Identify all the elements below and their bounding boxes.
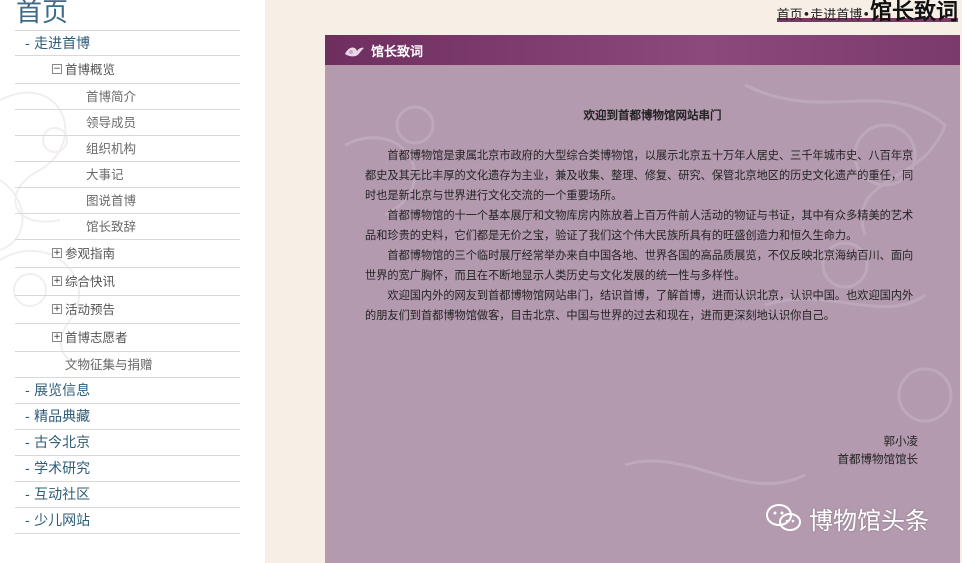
watermark: 博物馆头条 [765,500,929,536]
nav-leaf-director-speech[interactable]: 馆长致辞 [15,214,240,240]
nav-label: 首博志愿者 [65,330,128,345]
breadcrumb-home[interactable]: 首页 [777,8,803,23]
bird-icon [345,47,364,57]
nav-item-news[interactable]: + 综合快讯 [15,268,240,296]
breadcrumb-section[interactable]: 走进首博 [810,8,862,23]
nav-item-intro[interactable]: - 走进首博 [15,30,240,56]
expand-icon[interactable]: + [52,332,62,342]
expand-icon[interactable]: + [52,276,62,286]
nav-item-volunteers[interactable]: + 首博志愿者 [15,324,240,352]
speech-content: 欢迎到首都博物馆网站串门 首都博物馆是隶属北京市政府的大型综合类博物馆，以展示北… [365,105,920,326]
expand-icon[interactable]: + [52,304,62,314]
speech-paragraph: 首都博物馆是隶属北京市政府的大型综合类博物馆，以展示北京五十万年人居史、三千年城… [365,149,914,202]
signature-name: 郭小凌 [883,434,919,448]
nav-item-research[interactable]: - 学术研究 [15,456,240,482]
nav-label: 参观指南 [65,246,116,261]
breadcrumb-separator: • [862,8,870,23]
nav-item-overview[interactable]: − 首博概览 [15,56,240,84]
home-title[interactable]: 首页 [16,0,68,29]
main-area: 首页•走进首博•馆长致词 馆长致词 欢迎到首都博物馆网站串门 首都博物馆是隶属北… [265,0,962,563]
nav-label: 活动预告 [65,302,116,317]
nav-item-exhibition[interactable]: - 展览信息 [15,378,240,404]
nav-item-visit-guide[interactable]: + 参观指南 [15,240,240,268]
sidebar: 首页 - 走进首博 − 首博概览 首博简介 领导成员 组织机构 大事记 图说首博… [0,0,265,563]
signature-title: 首都博物馆馆长 [837,452,919,466]
nav-item-events[interactable]: + 活动预告 [15,296,240,324]
speech-paragraph: 欢迎国内外的网友到首都博物馆网站串门，结识首博，了解首博，进而认识北京，认识中国… [365,289,914,322]
nav-leaf-chronicle[interactable]: 大事记 [15,162,240,188]
nav-label: 综合快讯 [65,274,116,289]
nav-leaf-organization[interactable]: 组织机构 [15,136,240,162]
signature: 郭小凌 首都博物馆馆长 [838,432,919,468]
nav-item-beijing[interactable]: - 古今北京 [15,430,240,456]
sidebar-nav: - 走进首博 − 首博概览 首博简介 领导成员 组织机构 大事记 图说首博 馆长… [15,30,240,534]
nav-item-kids[interactable]: - 少儿网站 [15,508,240,534]
wechat-icon [766,504,801,531]
welcome-heading: 欢迎到首都博物馆网站串门 [583,108,722,122]
panel-header: 馆长致词 [325,35,960,65]
breadcrumb: 首页•走进首博•馆长致词 [776,0,958,25]
nav-leaf-leaders[interactable]: 领导成员 [15,110,240,136]
collapse-icon[interactable]: − [52,64,62,74]
speech-paragraph: 首都博物馆的三个临时展厅经常举办来自中国各地、世界各国的高品质展览，不仅反映北京… [365,249,914,282]
panel-title: 馆长致词 [371,45,424,60]
speech-paragraph: 首都博物馆的十一个基本展厅和文物库房内陈放着上百万件前人活动的物证与书证，其中有… [365,209,914,242]
nav-item-community[interactable]: - 互动社区 [15,482,240,508]
nav-item-collection[interactable]: - 精品典藏 [15,404,240,430]
director-speech-panel: 馆长致词 欢迎到首都博物馆网站串门 首都博物馆是隶属北京市政府的大型综合类博物馆… [325,35,960,563]
nav-leaf-illustrated[interactable]: 图说首博 [15,188,240,214]
nav-item-donation[interactable]: 文物征集与捐赠 [15,352,240,378]
nav-label: 首博概览 [65,62,116,77]
expand-icon[interactable]: + [52,248,62,258]
nav-leaf-intro[interactable]: 首博简介 [15,84,240,110]
breadcrumb-current: 馆长致词 [869,0,958,25]
watermark-text: 博物馆头条 [809,506,929,535]
